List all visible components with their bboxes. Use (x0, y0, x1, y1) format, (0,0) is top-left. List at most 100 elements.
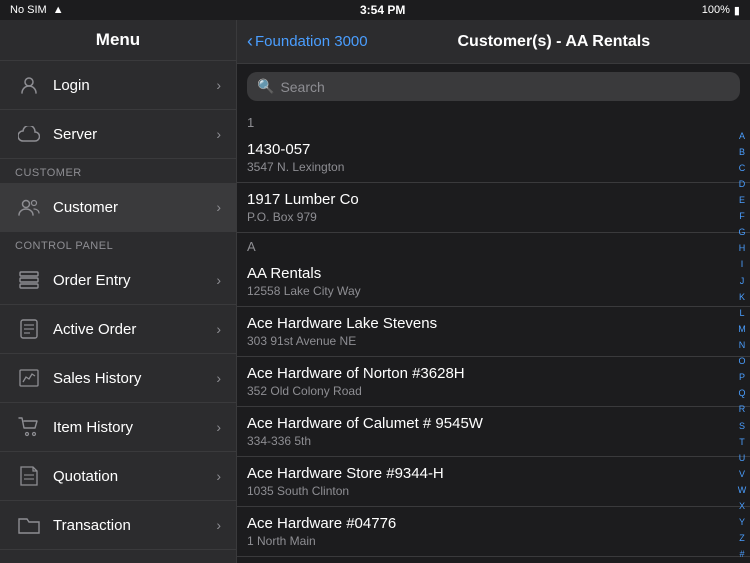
sidebar-item-active-order[interactable]: Active Order › (0, 305, 236, 354)
alpha-n[interactable]: N (739, 341, 746, 350)
chart-icon (15, 364, 43, 392)
alpha-q[interactable]: Q (738, 389, 745, 398)
customer-name: Ace Hardware Lake Stevens (247, 315, 740, 332)
list-item[interactable]: Ace Hardware of Norton #3628H 352 Old Co… (237, 357, 750, 407)
sidebar-item-sales-history[interactable]: Sales History › (0, 354, 236, 403)
sidebar-item-server[interactable]: Server › (0, 110, 236, 159)
alpha-s[interactable]: S (739, 422, 745, 431)
alpha-k[interactable]: K (739, 293, 745, 302)
customer-name: AA Rentals (247, 265, 740, 282)
alpha-u[interactable]: U (739, 454, 746, 463)
sidebar-item-order-entry[interactable]: Order Entry › (0, 256, 236, 305)
carrier-label: No SIM (10, 4, 47, 16)
item-history-label: Item History (53, 419, 216, 436)
status-bar-right: 100% ▮ (702, 4, 740, 17)
chevron-icon: › (216, 77, 221, 93)
alpha-j[interactable]: J (740, 277, 745, 286)
list-item[interactable]: Ace Hardware #04776 1 North Main (237, 507, 750, 557)
list-item[interactable]: Ace Hardware Store #9344-H 1035 South Cl… (237, 457, 750, 507)
customer-name: 1917 Lumber Co (247, 191, 740, 208)
list-item[interactable]: Ace Hardware Lake Stevens 303 91st Avenu… (237, 307, 750, 357)
list-item[interactable]: 1917 Lumber Co P.O. Box 979 (237, 183, 750, 233)
wifi-icon: ▲ (53, 4, 64, 16)
doc-icon (15, 315, 43, 343)
alpha-f[interactable]: F (739, 212, 745, 221)
alpha-o[interactable]: O (738, 357, 745, 366)
customer-section-label: CUSTOMER (0, 159, 236, 183)
order-entry-label: Order Entry (53, 272, 216, 289)
people-icon (15, 193, 43, 221)
alpha-g[interactable]: G (738, 228, 745, 237)
customer-address: 1035 South Clinton (247, 484, 740, 498)
search-container: 🔍 (237, 64, 750, 109)
sales-history-label: Sales History (53, 370, 216, 387)
quotation-label: Quotation (53, 468, 216, 485)
chevron-icon: › (216, 199, 221, 215)
list-icon (15, 266, 43, 294)
sidebar-item-transaction[interactable]: Transaction › (0, 501, 236, 550)
alpha-z[interactable]: Z (739, 534, 745, 543)
alpha-l[interactable]: L (739, 309, 744, 318)
clock: 3:54 PM (360, 3, 405, 17)
battery-label: 100% (702, 4, 730, 16)
sidebar-item-empty-cart[interactable]: Empty Cart › (0, 550, 236, 563)
alpha-b[interactable]: B (739, 148, 745, 157)
alpha-p[interactable]: P (739, 373, 745, 382)
control-panel-section-label: CONTROL PANEL (0, 232, 236, 256)
alpha-e[interactable]: E (739, 196, 745, 205)
nav-title: Customer(s) - AA Rentals (368, 33, 740, 51)
login-label: Login (53, 77, 216, 94)
list-item[interactable]: 1430-057 3547 N. Lexington (237, 133, 750, 183)
sidebar-item-item-history[interactable]: Item History › (0, 403, 236, 452)
customer-address: 352 Old Colony Road (247, 384, 740, 398)
section-header-a: A (237, 233, 750, 257)
back-label: Foundation 3000 (255, 33, 368, 50)
customer-name: Ace Hardware of Norton #3628H (247, 365, 740, 382)
transaction-label: Transaction (53, 517, 216, 534)
customer-address: 1 North Main (247, 534, 740, 548)
customer-address: 3547 N. Lexington (247, 160, 740, 174)
chevron-icon: › (216, 321, 221, 337)
chevron-icon: › (216, 419, 221, 435)
list-item[interactable]: Ace Hardware of Mason (237, 557, 750, 563)
customer-address: 334-336 5th (247, 434, 740, 448)
server-label: Server (53, 126, 216, 143)
status-bar-left: No SIM ▲ (10, 4, 64, 16)
customer-name: Ace Hardware Store #9344-H (247, 465, 740, 482)
sidebar-item-customer[interactable]: Customer › (0, 183, 236, 232)
sidebar-item-login[interactable]: Login › (0, 61, 236, 110)
alpha-x[interactable]: X (739, 502, 745, 511)
nav-back-button[interactable]: ‹ Foundation 3000 (247, 31, 368, 52)
alpha-r[interactable]: R (739, 405, 746, 414)
chevron-icon: › (216, 468, 221, 484)
sidebar-item-quotation[interactable]: Quotation › (0, 452, 236, 501)
alpha-d[interactable]: D (739, 180, 746, 189)
alpha-hash[interactable]: # (739, 550, 744, 559)
customer-label: Customer (53, 199, 216, 216)
customer-list: 1 1430-057 3547 N. Lexington 1917 Lumber… (237, 109, 750, 563)
sidebar: Menu Login › Server › CUSTOMER (0, 20, 237, 563)
alpha-w[interactable]: W (738, 486, 747, 495)
alpha-c[interactable]: C (739, 164, 746, 173)
cart-icon (15, 413, 43, 441)
alpha-y[interactable]: Y (739, 518, 745, 527)
main-wrapper: 🔍 1 1430-057 3547 N. Lexington 1917 Lumb… (237, 64, 750, 563)
search-bar[interactable]: 🔍 (247, 72, 740, 101)
list-item[interactable]: AA Rentals 12558 Lake City Way (237, 257, 750, 307)
nav-bar: ‹ Foundation 3000 Customer(s) - AA Renta… (237, 20, 750, 64)
note-icon (15, 462, 43, 490)
alpha-t[interactable]: T (739, 438, 745, 447)
search-input[interactable] (280, 79, 730, 95)
chevron-icon: › (216, 272, 221, 288)
list-item[interactable]: Ace Hardware of Calumet # 9545W 334-336 … (237, 407, 750, 457)
customer-address: 303 91st Avenue NE (247, 334, 740, 348)
alpha-a[interactable]: A (739, 132, 745, 141)
sidebar-header: Menu (0, 20, 236, 61)
alpha-i[interactable]: I (741, 260, 744, 269)
main-content: ‹ Foundation 3000 Customer(s) - AA Renta… (237, 20, 750, 563)
alpha-v[interactable]: V (739, 470, 745, 479)
person-icon (15, 71, 43, 99)
alpha-h[interactable]: H (739, 244, 746, 253)
customer-name: 1430-057 (247, 141, 740, 158)
alpha-m[interactable]: M (738, 325, 746, 334)
